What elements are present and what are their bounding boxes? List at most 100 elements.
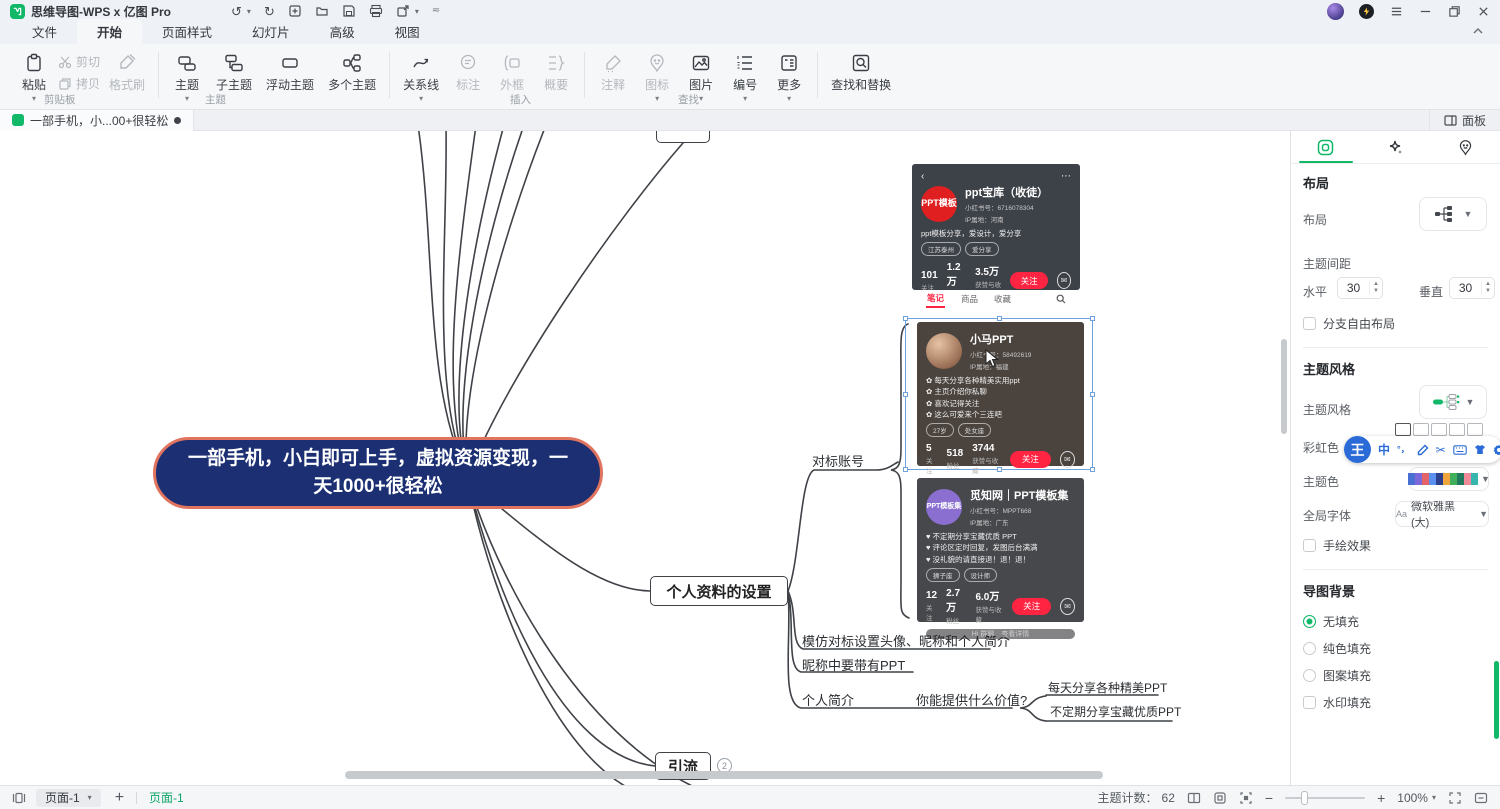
document-tab[interactable]: 一部手机，小...00+很轻松 xyxy=(0,110,194,131)
fullscreen-icon[interactable] xyxy=(1448,791,1462,805)
zoom-out-button[interactable]: − xyxy=(1265,790,1273,806)
global-font-dropdown[interactable]: Aa 微软雅黑 (大) ▼ xyxy=(1395,501,1489,527)
bg-watermark-checkbox[interactable]: 水印填充 xyxy=(1303,694,1371,711)
copy-button[interactable]: 拷贝 xyxy=(58,75,100,92)
ime-punctuation-toggle[interactable]: °， xyxy=(1397,445,1410,454)
topic-button[interactable]: 主题 ▾ xyxy=(165,50,209,105)
pages-overview-icon[interactable] xyxy=(1187,791,1201,805)
tab-home[interactable]: 开始 xyxy=(77,19,142,44)
close-button[interactable] xyxy=(1476,4,1490,18)
undo-button[interactable]: ↺ xyxy=(231,5,242,18)
rainbow-color-options[interactable] xyxy=(1395,423,1483,436)
node-value-question[interactable]: 你能提供什么价值? xyxy=(916,690,1027,709)
theme-style-dropdown[interactable]: ▼ xyxy=(1419,385,1487,419)
rainbow-option[interactable] xyxy=(1449,423,1465,436)
node-value-answer2[interactable]: 不定期分享宝藏优质PPT xyxy=(1050,703,1181,720)
selection-handle[interactable] xyxy=(903,467,908,472)
selection-handle[interactable] xyxy=(1090,316,1095,321)
rainbow-option[interactable] xyxy=(1395,423,1411,436)
rainbow-option[interactable] xyxy=(1467,423,1483,436)
sidebar-tab-icon-marker[interactable] xyxy=(1430,131,1500,163)
add-page-button[interactable]: + xyxy=(115,789,124,807)
relation-line-button[interactable]: 关系线 ▾ xyxy=(396,50,446,105)
multi-topic-button[interactable]: 多个主题 xyxy=(321,50,383,95)
subtopic-button[interactable]: 子主题 xyxy=(209,50,259,95)
collapse-ribbon-icon[interactable] xyxy=(1472,27,1484,35)
find-replace-button[interactable]: 查找和替换 xyxy=(824,50,898,95)
floating-topic-button[interactable]: 浮动主题 xyxy=(259,50,321,95)
rainbow-option[interactable] xyxy=(1431,423,1447,436)
theme-color-dropdown[interactable]: ▼ xyxy=(1409,467,1489,491)
ime-settings-gear-icon[interactable] xyxy=(1493,444,1500,456)
selection-handle[interactable] xyxy=(997,316,1002,321)
node-benchmark[interactable]: 对标账号 xyxy=(812,451,864,470)
menu-icon[interactable] xyxy=(1389,4,1403,18)
bg-pattern-radio[interactable]: 图案填充 xyxy=(1303,667,1371,684)
collapse-statusbar-icon[interactable] xyxy=(1474,791,1488,805)
format-painter-button[interactable]: 格式刷 xyxy=(102,50,152,95)
undo-dropdown-icon[interactable]: ▾ xyxy=(247,7,251,16)
sidebar-scrollbar[interactable] xyxy=(1494,661,1499,739)
horizontal-spacing-stepper[interactable]: 30 ▲▼ xyxy=(1337,277,1383,299)
page-selector-dropdown[interactable]: 页面-1 ▾ xyxy=(36,789,101,807)
ime-handwriting-icon[interactable] xyxy=(1417,444,1429,456)
node-bio[interactable]: 个人简介 xyxy=(802,690,854,709)
sidebar-tab-style[interactable] xyxy=(1291,131,1361,163)
callout-button[interactable]: 标注 xyxy=(446,50,490,95)
new-file-button[interactable] xyxy=(288,4,302,18)
selection-handle[interactable] xyxy=(1090,392,1095,397)
sidebar-tab-ai[interactable] xyxy=(1361,131,1431,163)
vertical-spacing-stepper[interactable]: 30 ▲▼ xyxy=(1449,277,1495,299)
tab-page-style[interactable]: 页面样式 xyxy=(142,19,232,44)
center-topic-icon[interactable] xyxy=(1239,791,1253,805)
membership-badge-icon[interactable] xyxy=(1359,4,1374,19)
more-button[interactable]: 更多 ▾ xyxy=(767,50,811,105)
save-button[interactable] xyxy=(342,4,356,18)
note-button[interactable]: 注释 xyxy=(591,50,635,95)
tab-slides[interactable]: 幻灯片 xyxy=(232,19,310,44)
ime-keyboard-icon[interactable] xyxy=(1453,445,1467,455)
zoom-slider[interactable] xyxy=(1285,797,1365,799)
summary-button[interactable]: 概要 xyxy=(534,50,578,95)
icon-button[interactable]: 图标 ▾ xyxy=(635,50,679,105)
panel-toggle-button[interactable]: 面板 xyxy=(1429,110,1500,131)
bg-solid-radio[interactable]: 纯色填充 xyxy=(1303,640,1371,657)
clipped-top-node[interactable] xyxy=(656,131,710,143)
board-view-icon[interactable] xyxy=(12,791,26,805)
ime-toolbar[interactable]: 王 中 °， ✂ xyxy=(1344,436,1500,463)
mindmap-canvas[interactable]: 一部手机，小白即可上手，虚拟资源变现，一天1000+很轻松 个人资料的设置 引流… xyxy=(0,131,1290,785)
cut-button[interactable]: 剪切 xyxy=(58,53,100,70)
zoom-in-button[interactable]: + xyxy=(1377,790,1385,806)
bg-none-radio[interactable]: 无填充 xyxy=(1303,613,1359,630)
tab-file[interactable]: 文件 xyxy=(12,19,77,44)
zoom-value[interactable]: 100% xyxy=(1397,791,1428,805)
restore-button[interactable] xyxy=(1447,4,1461,18)
share-dropdown-icon[interactable]: ▾ xyxy=(415,7,419,16)
ime-scissors-icon[interactable]: ✂ xyxy=(1436,444,1446,456)
node-value-answer1[interactable]: 每天分享各种精美PPT xyxy=(1048,679,1167,696)
customize-toolbar-icon[interactable]: ≂ xyxy=(432,6,440,16)
selection-handle[interactable] xyxy=(1090,467,1095,472)
selection-handle[interactable] xyxy=(903,392,908,397)
ime-skin-icon[interactable] xyxy=(1474,444,1486,455)
minimize-button[interactable] xyxy=(1418,4,1432,18)
node-profile-setup[interactable]: 个人资料的设置 xyxy=(650,576,788,606)
tab-advanced[interactable]: 高级 xyxy=(310,19,375,44)
node-nickname[interactable]: 昵称中要带有PPT xyxy=(802,655,905,674)
hand-drawn-checkbox[interactable]: 手绘效果 xyxy=(1303,537,1371,554)
vertical-scrollbar[interactable] xyxy=(1281,339,1287,434)
open-file-button[interactable] xyxy=(315,4,329,18)
tab-view[interactable]: 视图 xyxy=(375,19,440,44)
boundary-button[interactable]: 外框 xyxy=(490,50,534,95)
redo-button[interactable]: ↻ xyxy=(264,5,275,18)
print-button[interactable] xyxy=(369,4,383,18)
profile-card-xiaoma[interactable]: 小马PPT 小红书号：58492619 IP属地：福建 ✿ 每天分享各种精美实用… xyxy=(917,322,1084,466)
share-button[interactable] xyxy=(396,4,410,18)
stepper-arrows[interactable]: ▲▼ xyxy=(1481,281,1494,294)
horizontal-scrollbar[interactable] xyxy=(345,771,1103,779)
central-topic-node[interactable]: 一部手机，小白即可上手，虚拟资源变现，一天1000+很轻松 xyxy=(153,437,603,509)
stepper-arrows[interactable]: ▲▼ xyxy=(1369,281,1382,294)
rainbow-option[interactable] xyxy=(1413,423,1429,436)
free-branch-checkbox[interactable]: 分支自由布局 xyxy=(1303,315,1395,332)
ime-badge[interactable]: 王 xyxy=(1344,436,1371,463)
